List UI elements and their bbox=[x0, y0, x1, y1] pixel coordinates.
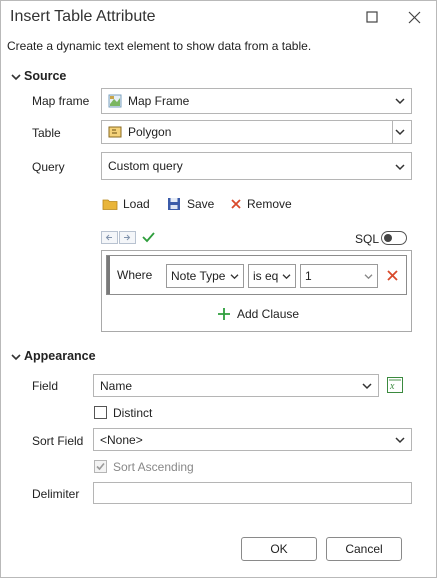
load-button[interactable]: Load bbox=[102, 197, 150, 211]
add-clause-label: Add Clause bbox=[237, 307, 300, 321]
map-frame-label: Map frame bbox=[32, 94, 90, 108]
chevron-down-icon bbox=[395, 129, 405, 136]
sql-toggle[interactable] bbox=[381, 231, 407, 245]
clause-field-dropdown[interactable]: Note Type bbox=[166, 264, 244, 288]
clause-value: 1 bbox=[305, 269, 312, 283]
remove-button[interactable]: Remove bbox=[230, 197, 292, 211]
title-bar: Insert Table Attribute bbox=[1, 1, 436, 35]
source-section-header[interactable]: Source bbox=[11, 69, 66, 83]
distinct-label: Distinct bbox=[113, 406, 153, 420]
chevron-down-icon bbox=[11, 353, 21, 361]
where-keyword: Where bbox=[117, 268, 153, 282]
ok-button[interactable]: OK bbox=[241, 537, 317, 561]
chevron-down-icon bbox=[395, 164, 405, 171]
split-divider bbox=[392, 121, 393, 143]
chevron-down-icon bbox=[282, 274, 291, 280]
table-dropdown[interactable]: Polygon bbox=[101, 120, 412, 144]
cancel-button[interactable]: Cancel bbox=[326, 537, 402, 561]
remove-x-icon bbox=[231, 199, 241, 209]
maximize-icon bbox=[366, 11, 378, 23]
field-value: Name bbox=[100, 378, 133, 393]
field-dropdown[interactable]: Name bbox=[93, 374, 379, 397]
remove-clause-icon[interactable] bbox=[387, 270, 398, 281]
source-header-label: Source bbox=[24, 69, 67, 83]
table-label: Table bbox=[32, 126, 61, 140]
save-button[interactable]: Save bbox=[166, 197, 214, 211]
expression-builder-icon[interactable]: x bbox=[387, 377, 403, 393]
sort-field-value: <None> bbox=[100, 432, 143, 447]
chevron-down-icon bbox=[395, 98, 405, 105]
query-dropdown[interactable]: Custom query bbox=[101, 152, 412, 180]
checkmark-icon bbox=[142, 232, 155, 243]
dialog-description: Create a dynamic text element to show da… bbox=[7, 39, 312, 53]
close-button[interactable] bbox=[403, 6, 427, 30]
appearance-section-header[interactable]: Appearance bbox=[11, 349, 96, 363]
remove-label: Remove bbox=[247, 197, 292, 211]
chevron-down-icon bbox=[362, 383, 372, 390]
chevron-down-icon bbox=[11, 73, 21, 81]
map-frame-icon bbox=[108, 94, 122, 108]
sort-ascending-checkbox[interactable] bbox=[94, 460, 107, 473]
sql-label: SQL bbox=[355, 232, 380, 246]
clause-row[interactable]: Where Note Type is eq 1 bbox=[106, 255, 407, 295]
appearance-header-label: Appearance bbox=[24, 349, 96, 363]
clause-operator-value: is eq bbox=[253, 269, 279, 283]
plus-icon bbox=[218, 308, 230, 320]
clause-selection-bar bbox=[107, 256, 110, 294]
sort-field-label: Sort Field bbox=[32, 434, 84, 448]
save-icon bbox=[168, 198, 180, 210]
check-icon bbox=[96, 462, 105, 471]
delimiter-label: Delimiter bbox=[32, 487, 80, 501]
table-value: Polygon bbox=[128, 125, 172, 139]
folder-icon bbox=[102, 199, 118, 210]
distinct-checkbox[interactable] bbox=[94, 406, 107, 419]
delimiter-input[interactable] bbox=[93, 482, 412, 504]
insert-table-attribute-dialog: Insert Table Attribute Create a dynamic … bbox=[0, 0, 437, 578]
polygon-layer-icon bbox=[108, 126, 122, 138]
clause-nav-buttons[interactable] bbox=[101, 231, 136, 244]
sort-ascending-label: Sort Ascending bbox=[113, 460, 194, 474]
clause-operator-dropdown[interactable]: is eq bbox=[248, 264, 296, 288]
clause-field-value: Note Type bbox=[171, 269, 226, 283]
save-label: Save bbox=[187, 197, 215, 211]
query-value: Custom query bbox=[108, 159, 183, 173]
load-label: Load bbox=[123, 197, 150, 211]
close-icon bbox=[408, 11, 421, 24]
clause-value-dropdown[interactable]: 1 bbox=[300, 264, 378, 288]
svg-text:x: x bbox=[389, 381, 395, 392]
query-label: Query bbox=[32, 160, 65, 174]
dialog-title: Insert Table Attribute bbox=[10, 8, 156, 25]
sort-field-dropdown[interactable]: <None> bbox=[93, 428, 412, 451]
query-builder: Where Note Type is eq 1 Add Clause bbox=[101, 250, 412, 332]
field-label: Field bbox=[32, 379, 59, 393]
chevron-down-icon bbox=[395, 437, 405, 444]
map-frame-dropdown[interactable]: Map Frame bbox=[101, 88, 412, 114]
add-clause-button[interactable]: Add Clause bbox=[218, 307, 299, 321]
map-frame-value: Map Frame bbox=[128, 94, 190, 108]
chevron-down-icon bbox=[364, 274, 373, 280]
chevron-down-icon bbox=[230, 274, 239, 280]
toggle-knob bbox=[384, 234, 392, 242]
maximize-button[interactable] bbox=[360, 6, 384, 30]
